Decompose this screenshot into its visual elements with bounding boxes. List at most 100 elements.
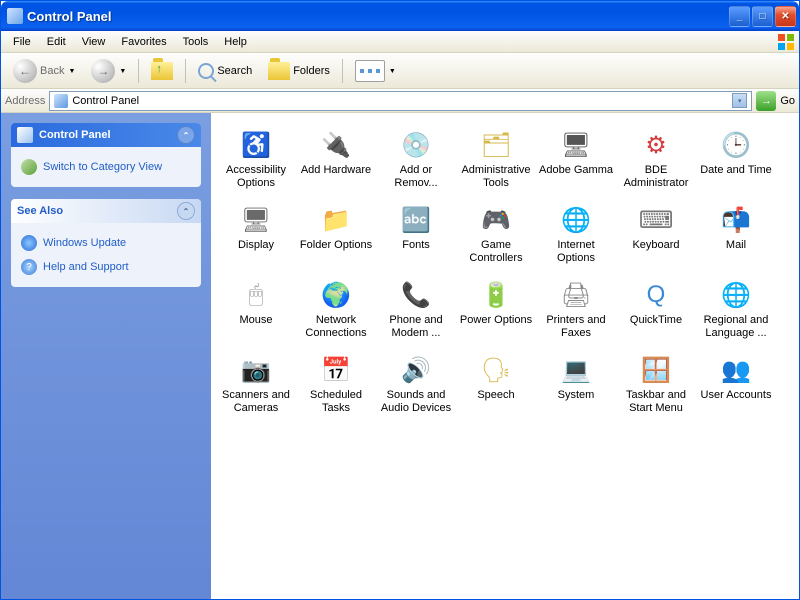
search-button[interactable]: Search	[192, 60, 258, 82]
date-and-time-icon: 🕒	[720, 129, 752, 161]
item-label: Sounds and Audio Devices	[379, 389, 453, 415]
item-label: User Accounts	[701, 389, 772, 402]
window-title: Control Panel	[27, 9, 112, 24]
up-button[interactable]: ↑	[145, 59, 179, 83]
phone-and-modem-icon: 📞	[400, 279, 432, 311]
item-label: Game Controllers	[459, 239, 533, 265]
network-connections-icon: 🌍	[320, 279, 352, 311]
item-label: Regional and Language ...	[699, 314, 773, 340]
windows-update-link[interactable]: Windows Update	[21, 231, 191, 255]
search-label: Search	[217, 65, 252, 77]
item-quicktime[interactable]: Q QuickTime	[617, 275, 695, 344]
item-label: Mouse	[239, 314, 272, 327]
item-power-options[interactable]: 🔋Power Options	[457, 275, 535, 344]
item-adobe-gamma[interactable]: 🖥Adobe Gamma	[537, 125, 615, 194]
item-bde-administrator[interactable]: ⚙BDE Administrator	[617, 125, 695, 194]
forward-arrow-icon: →	[91, 59, 115, 83]
item-mouse[interactable]: 🖱 Mouse	[217, 275, 295, 344]
item-regional-and-language[interactable]: 🌐 Regional and Language ...	[697, 275, 775, 344]
printers-and-faxes-icon: 🖨	[560, 279, 592, 311]
item-scheduled-tasks[interactable]: 📅Scheduled Tasks	[297, 350, 375, 419]
item-taskbar-start-menu[interactable]: 🪟Taskbar and Start Menu	[617, 350, 695, 419]
item-label: Add Hardware	[301, 164, 371, 177]
panel-header[interactable]: See Also ⌃	[11, 199, 201, 223]
back-arrow-icon: ←	[13, 59, 37, 83]
item-game-controllers[interactable]: 🎮Game Controllers	[457, 200, 535, 269]
switch-to-category-view-link[interactable]: Switch to Category View	[21, 155, 191, 179]
keyboard-icon: ⌨	[640, 204, 672, 236]
address-icon	[54, 94, 68, 108]
item-accessibility-options[interactable]: ♿Accessibility Options	[217, 125, 295, 194]
item-label: Fonts	[402, 239, 430, 252]
panel-header[interactable]: Control Panel ⌃	[11, 123, 201, 147]
item-label: Adobe Gamma	[539, 164, 613, 177]
item-folder-options[interactable]: 📁Folder Options	[297, 200, 375, 269]
item-speech[interactable]: 🗣Speech	[457, 350, 535, 419]
item-network-connections[interactable]: 🌍Network Connections	[297, 275, 375, 344]
item-printers-and-faxes[interactable]: 🖨Printers and Faxes	[537, 275, 615, 344]
regional-and-language-icon: 🌐	[720, 279, 752, 311]
close-button[interactable]: ✕	[775, 6, 796, 27]
item-user-accounts[interactable]: 👥 User Accounts	[697, 350, 775, 419]
item-add-remove-programs[interactable]: 💿Add or Remov...	[377, 125, 455, 194]
menu-file[interactable]: File	[5, 33, 39, 51]
content-area: ♿Accessibility Options 🔌 Add Hardware 💿Add …	[211, 113, 799, 599]
titlebar[interactable]: Control Panel _ □ ✕	[1, 1, 799, 31]
forward-button[interactable]: → ▼	[85, 56, 132, 86]
collapse-icon[interactable]: ⌃	[177, 126, 195, 144]
item-label: BDE Administrator	[619, 164, 693, 190]
item-phone-and-modem[interactable]: 📞Phone and Modem ...	[377, 275, 455, 344]
item-sounds-and-audio[interactable]: 🔊Sounds and Audio Devices	[377, 350, 455, 419]
item-label: Folder Options	[300, 239, 372, 252]
panel-title: See Also	[17, 205, 63, 217]
minimize-button[interactable]: _	[729, 6, 750, 27]
item-keyboard[interactable]: ⌨ Keyboard	[617, 200, 695, 269]
item-mail[interactable]: 📬 Mail	[697, 200, 775, 269]
item-date-and-time[interactable]: 🕒Date and Time	[697, 125, 775, 194]
address-dropdown-icon[interactable]: ▾	[732, 93, 747, 108]
item-label: QuickTime	[630, 314, 682, 327]
item-fonts[interactable]: 🔤Fonts	[377, 200, 455, 269]
add-remove-programs-icon: 💿	[400, 129, 432, 161]
views-button[interactable]: ▼	[349, 57, 402, 85]
menu-edit[interactable]: Edit	[39, 33, 74, 51]
maximize-button[interactable]: □	[752, 6, 773, 27]
add-hardware-icon: 🔌	[320, 129, 352, 161]
addressbar: Address Control Panel ▾ → Go	[1, 89, 799, 113]
address-value: Control Panel	[72, 95, 139, 107]
item-scanners-and-cameras[interactable]: 📷Scanners and Cameras	[217, 350, 295, 419]
help-and-support-link[interactable]: ? Help and Support	[21, 255, 191, 279]
user-accounts-icon: 👥	[720, 354, 752, 386]
folders-label: Folders	[293, 65, 330, 77]
menu-view[interactable]: View	[74, 33, 114, 51]
folders-button[interactable]: Folders	[262, 59, 336, 83]
back-button[interactable]: ← Back ▼	[7, 56, 81, 86]
mail-icon: 📬	[720, 204, 752, 236]
search-icon	[198, 63, 214, 79]
up-folder-icon: ↑	[151, 62, 173, 80]
separator	[138, 59, 139, 83]
go-button[interactable]: →	[756, 91, 776, 111]
item-display[interactable]: 🖥 Display	[217, 200, 295, 269]
views-icon	[355, 60, 385, 82]
item-internet-options[interactable]: 🌐Internet Options	[537, 200, 615, 269]
mouse-icon: 🖱	[240, 279, 272, 311]
collapse-icon[interactable]: ⌃	[177, 202, 195, 220]
forward-dropdown-icon: ▼	[119, 68, 126, 75]
separator	[342, 59, 343, 83]
quicktime-icon: Q	[640, 279, 672, 311]
category-view-icon	[21, 159, 37, 175]
item-add-hardware[interactable]: 🔌 Add Hardware	[297, 125, 375, 194]
address-input[interactable]: Control Panel ▾	[49, 91, 752, 111]
item-label: Keyboard	[632, 239, 679, 252]
item-system[interactable]: 💻System	[537, 350, 615, 419]
item-label: Mail	[726, 239, 746, 252]
item-label: Display	[238, 239, 274, 252]
menu-help[interactable]: Help	[216, 33, 255, 51]
menu-tools[interactable]: Tools	[175, 33, 217, 51]
sidebar-panel-control-panel: Control Panel ⌃ Switch to Category View	[11, 123, 201, 187]
item-label: Speech	[477, 389, 514, 402]
item-administrative-tools[interactable]: 🗂Administrative Tools	[457, 125, 535, 194]
display-icon: 🖥	[240, 204, 272, 236]
menu-favorites[interactable]: Favorites	[113, 33, 174, 51]
